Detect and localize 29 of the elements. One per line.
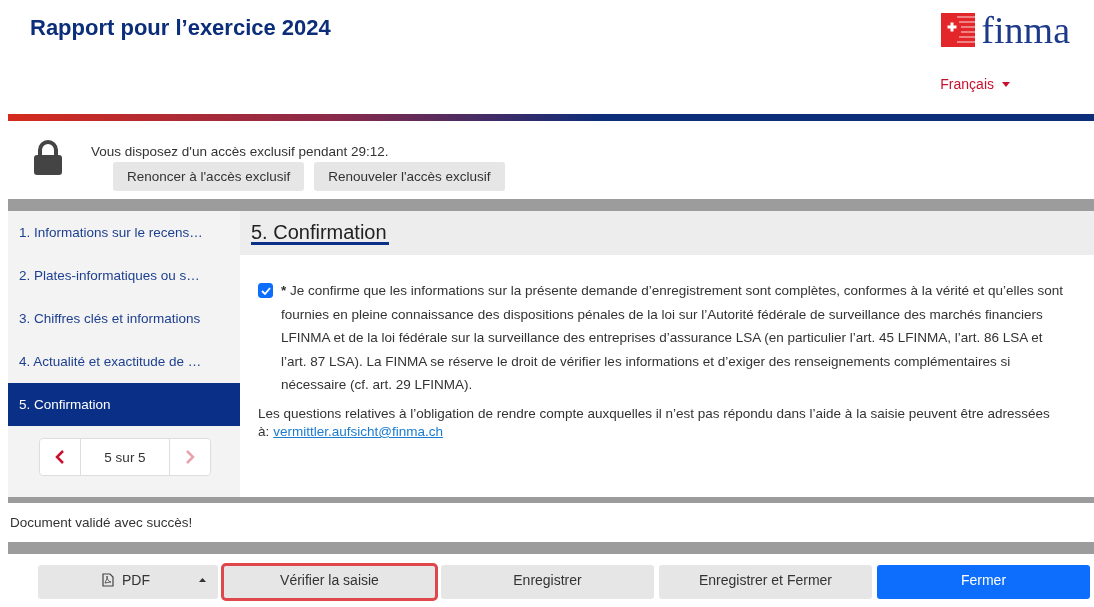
pdf-file-icon [102, 573, 114, 587]
caret-icon [1002, 81, 1010, 87]
caret-icon [199, 578, 206, 582]
close-button[interactable]: Fermer [877, 565, 1090, 599]
action-button[interactable]: Vérifier la saisie [223, 565, 436, 599]
confirmation-checkbox[interactable] [258, 283, 273, 298]
exclusive-access-button[interactable]: Renoncer à l'accès exclusif [113, 162, 305, 191]
action-button[interactable]: Enregistrer [441, 565, 654, 599]
chevron-left-icon [55, 450, 65, 464]
exclusive-access-message: Vous disposez d'un accès exclusif pendant 29:12. [91, 144, 390, 159]
padlock-icon [33, 140, 63, 176]
status-message: Document validé avec succès! [10, 515, 193, 530]
finma-logo-text: finma [981, 10, 1070, 50]
section-heading: 5. Confirmation [251, 211, 389, 245]
sidebar-item[interactable]: 1. Informations sur le recens… [8, 211, 240, 254]
language-dropdown[interactable]: Français [938, 72, 1012, 96]
sidebar-item[interactable]: 5. Confirmation [8, 383, 240, 426]
pdf-button[interactable]: PDF [38, 565, 218, 599]
swiss-cross-logo-icon [941, 13, 976, 47]
email-link[interactable]: vermittler.aufsicht@finma.ch [273, 423, 444, 439]
sidebar-item[interactable]: 2. Plates-informatiques ou s… [8, 254, 240, 297]
exclusive-access-button[interactable]: Renouveler l'accès exclusif [314, 162, 505, 191]
questions-text: Les questions relatives à l’obligation de rendre compte auxquelles il n’est pas répondu dans l’aide à la saisie peuvent être adressées à: vermittler.aufsicht@finma.ch [258, 404, 1051, 441]
sidebar-item[interactable]: 4. Actualité et exactitude de … [8, 340, 240, 383]
confirmation-text: * Je confirme que les informations sur la présente demande d’enregistrement sont complètes, conformes à la vérité et qu’elles sont fournies en pleine connaissance des dispositions pénales de la loi sur l’Autorité fédérale de surveillance des marchés financiers LFINMA et de la loi fédérale sur la surveillance des entreprises d’assurance LSA (en particulier l’art. 45 LFINMA, l’art. 86 LSA et l’art. 87 LSA). La FINMA se réserve le droit de vérifier les informations et d’exiger des renseignements complémentaires si nécessaire (cf. art. 29 LFINMA). [281, 282, 1064, 395]
chevron-right-icon [185, 450, 195, 464]
sidebar-item[interactable]: 3. Chiffres clés et informations [8, 297, 240, 340]
page-title: Rapport pour l’exercice 2024 [30, 15, 331, 41]
action-button[interactable]: Enregistrer et Fermer [659, 565, 872, 599]
